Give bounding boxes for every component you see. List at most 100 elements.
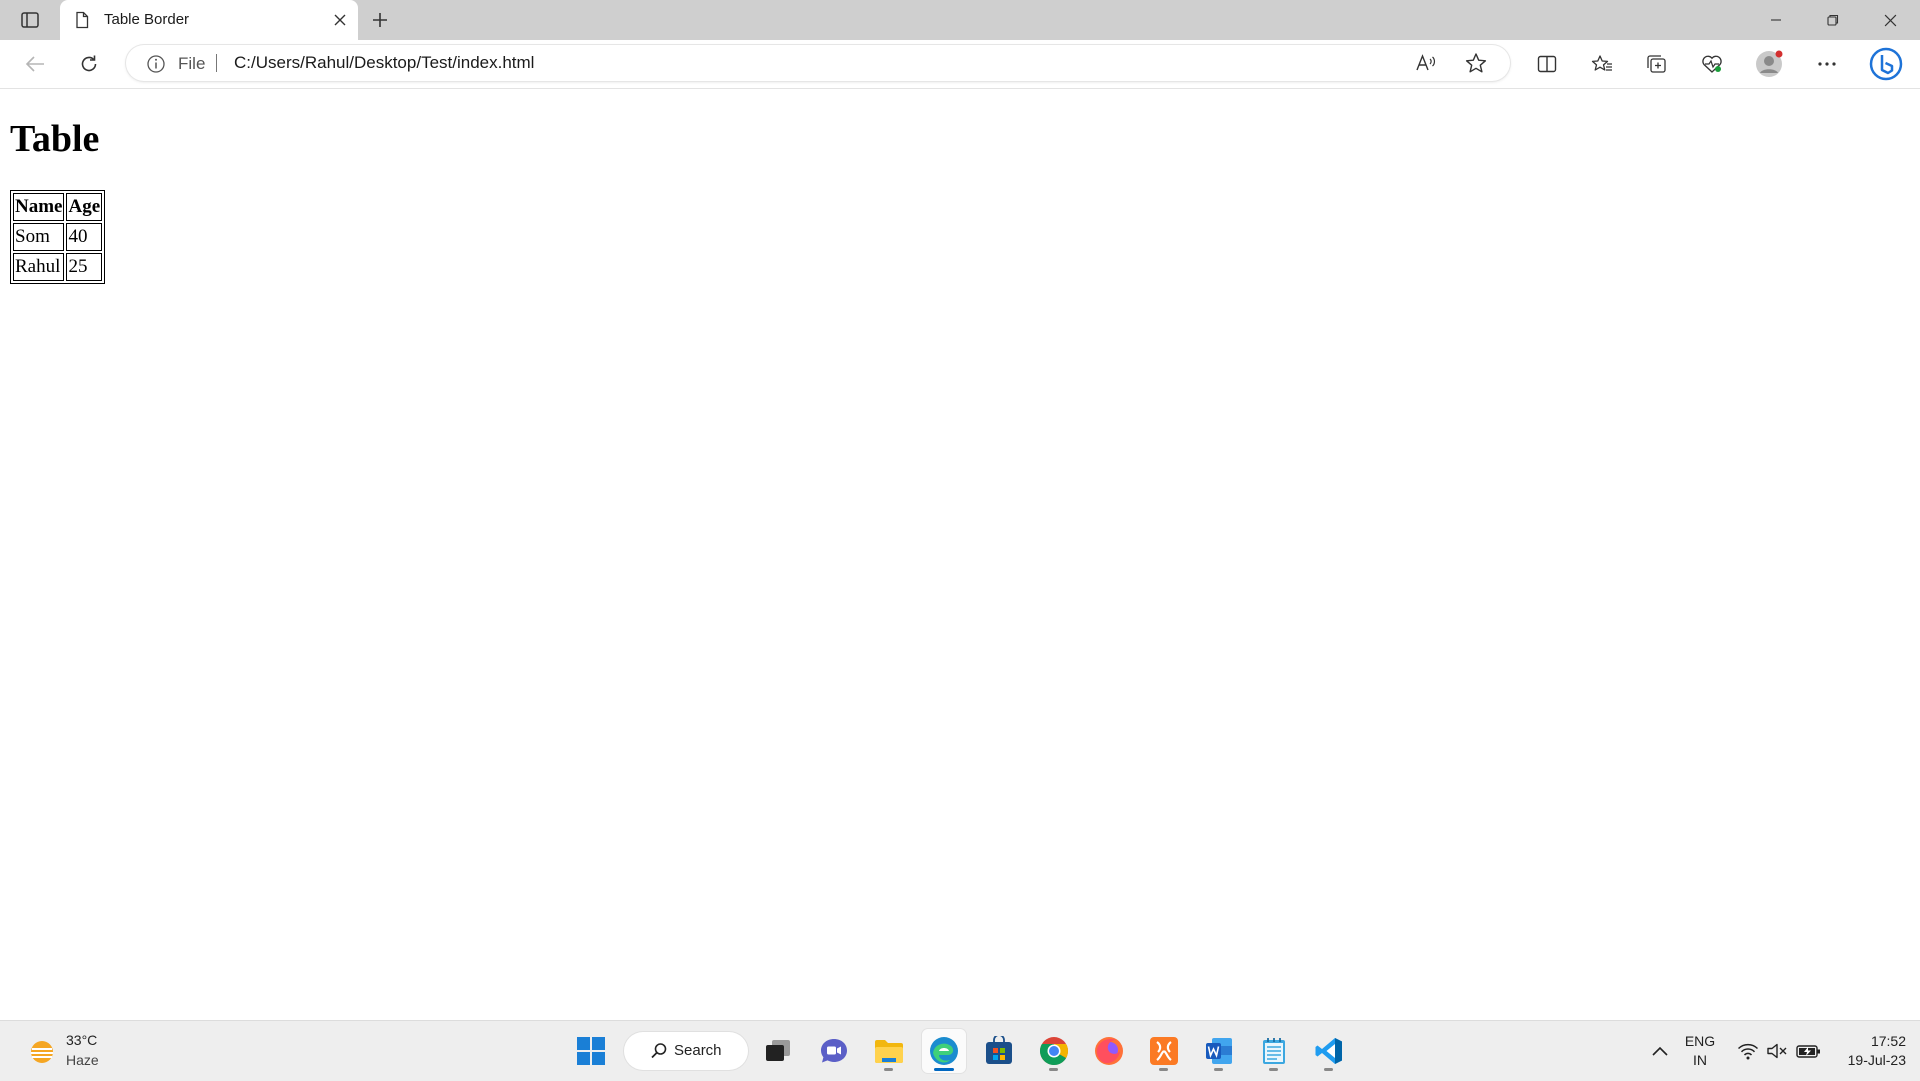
read-aloud-button[interactable] [1412,50,1440,76]
data-table: Name Age Som 40 Rahul 25 [10,190,106,284]
tab-actions-button[interactable] [12,6,48,34]
settings-more-button[interactable] [1810,48,1844,80]
system-clock[interactable]: 17:52 19-Jul-23 [1832,1032,1906,1070]
windows-taskbar: 33°C Haze Search ENG IN 17:52 19-Jul-23 [0,1020,1920,1081]
browser-toolbar: File C:/Users/Rahul/Desktop/Test/index.h… [0,40,1920,89]
weather-widget[interactable]: 33°C Haze [24,1031,144,1073]
wifi-status[interactable] [1735,1037,1761,1065]
tab-title: Table Border [104,11,190,28]
collections-icon [1647,55,1666,73]
heart-pulse-icon [1702,55,1722,73]
firefox-icon [1095,1037,1123,1065]
windows-logo-icon [577,1037,605,1065]
table-cell-name: Som [13,223,65,251]
haze-sun-icon [31,1041,53,1063]
edge-browser-button[interactable] [922,1029,966,1073]
favorites-button[interactable] [1585,48,1619,80]
teams-chat-button[interactable] [812,1029,856,1073]
plus-icon [373,13,387,27]
tab-table-border[interactable]: Table Border [60,0,358,40]
refresh-button[interactable] [72,48,106,80]
read-aloud-icon [1416,54,1436,71]
new-tab-button[interactable] [365,6,395,34]
bing-chat-icon [1869,47,1903,81]
restore-icon [1827,14,1839,26]
back-arrow-icon [25,56,44,72]
bing-chat-button[interactable] [1866,44,1906,84]
edge-icon [930,1037,958,1065]
close-icon [334,14,346,26]
collections-button[interactable] [1640,48,1674,80]
word-icon [1206,1038,1232,1064]
close-window-button[interactable] [1862,0,1918,40]
refresh-icon [81,55,97,72]
file-scheme-label: File [178,54,206,73]
running-indicator [1214,1068,1223,1071]
table-row: Rahul 25 [13,253,103,281]
running-indicator [1159,1068,1168,1071]
wifi-icon [1737,1043,1759,1060]
table-cell-age: 25 [66,253,103,281]
vscode-button[interactable] [1307,1029,1351,1073]
url-text[interactable]: C:/Users/Rahul/Desktop/Test/index.html [234,53,534,73]
xampp-button[interactable] [1142,1029,1186,1073]
split-screen-button[interactable] [1530,48,1564,80]
battery-charging-icon [1796,1045,1820,1058]
table-header-name: Name [13,193,65,221]
running-indicator [884,1068,893,1071]
weather-condition: Haze [66,1052,99,1068]
avatar-icon [1756,50,1783,77]
store-icon [986,1036,1012,1064]
favorites-icon [1591,55,1612,71]
chevron-up-icon [1652,1046,1668,1056]
minimize-button[interactable] [1748,0,1804,40]
volume-status[interactable] [1764,1037,1790,1065]
tab-close-button[interactable] [328,8,352,32]
volume-muted-icon [1767,1043,1787,1059]
address-separator [216,54,217,72]
split-screen-icon [1537,55,1557,73]
weather-temperature: 33°C [66,1032,98,1048]
browser-essentials-button[interactable] [1695,48,1729,80]
show-hidden-icons-button[interactable] [1648,1037,1672,1065]
back-button[interactable] [18,48,52,80]
word-button[interactable] [1197,1029,1241,1073]
table-header-age: Age [66,193,103,221]
xampp-icon [1150,1037,1178,1065]
file-page-icon [76,11,89,29]
task-view-button[interactable] [756,1029,800,1073]
microsoft-store-button[interactable] [977,1029,1021,1073]
address-bar[interactable]: File C:/Users/Rahul/Desktop/Test/index.h… [126,45,1510,81]
folder-icon [875,1040,903,1063]
battery-status[interactable] [1794,1037,1824,1065]
close-icon [1884,14,1896,26]
vscode-icon [1315,1038,1342,1064]
table-row: Som 40 [13,223,103,251]
active-indicator [934,1068,954,1071]
page-heading: Table [10,118,100,160]
info-icon[interactable] [146,54,166,74]
star-icon [1465,53,1487,73]
clock-time: 17:52 [1870,1033,1906,1049]
search-label: Search [674,1042,722,1059]
notepad-button[interactable] [1252,1029,1296,1073]
running-indicator [1049,1068,1058,1071]
browser-titlebar: Table Border [0,0,1920,40]
restore-button[interactable] [1805,0,1861,40]
start-button[interactable] [569,1029,613,1073]
file-explorer-button[interactable] [867,1029,911,1073]
table-header-row: Name Age [13,193,103,221]
task-view-icon [766,1040,790,1061]
profile-button[interactable] [1752,48,1786,80]
input-language-indicator[interactable]: ENG IN [1680,1032,1720,1070]
clock-date: 19-Jul-23 [1847,1052,1906,1068]
chrome-button[interactable] [1032,1029,1076,1073]
table-cell-age: 40 [66,223,103,251]
table-cell-name: Rahul [13,253,65,281]
minimize-icon [1771,19,1781,21]
add-favorite-button[interactable] [1462,50,1490,76]
page-content: Table Name Age Som 40 Rahul 25 [0,89,1920,1019]
running-indicator [1269,1068,1278,1071]
taskbar-search[interactable]: Search [624,1032,748,1070]
firefox-button[interactable] [1087,1029,1131,1073]
